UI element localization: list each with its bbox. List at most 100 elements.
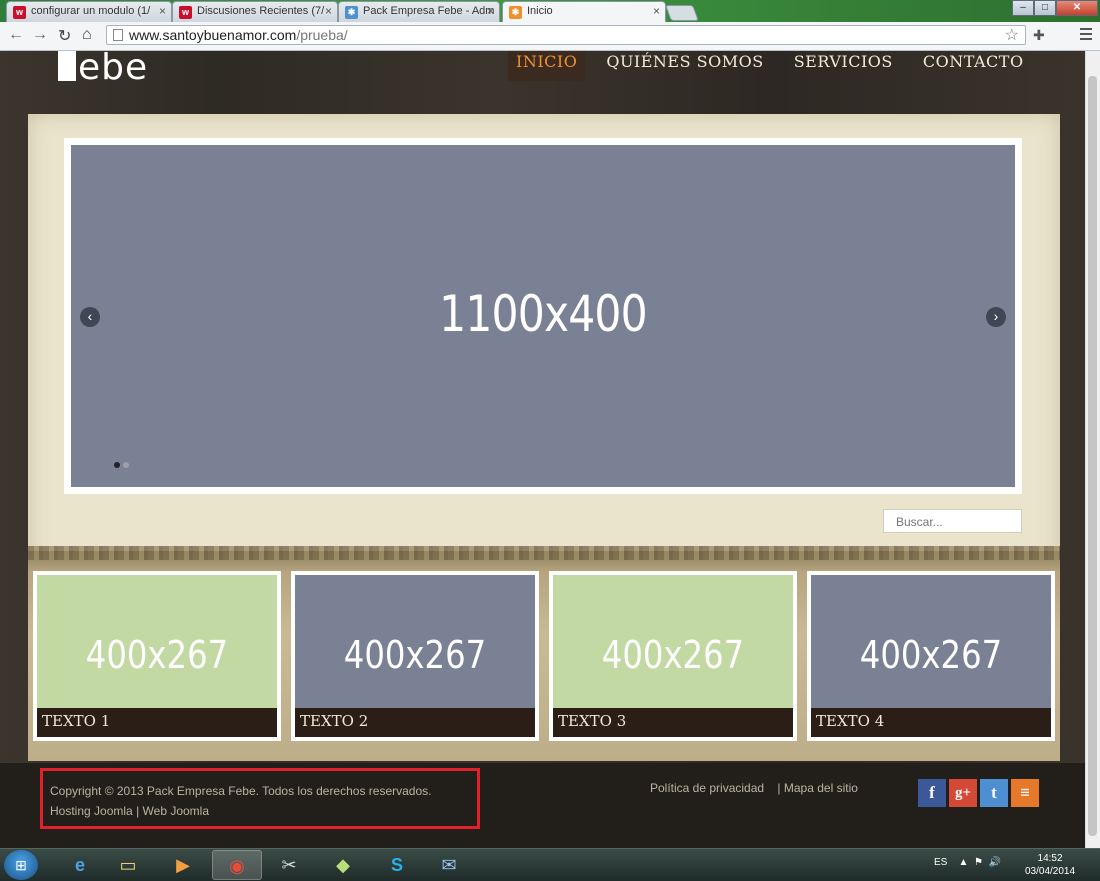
content-panel: 1100x400 ‹ › Buscar... bbox=[28, 114, 1060, 619]
slider-prev-button[interactable]: ‹ bbox=[80, 307, 100, 327]
facebook-icon[interactable]: f bbox=[918, 779, 946, 807]
close-tab-icon[interactable]: × bbox=[159, 4, 166, 18]
card-caption: TEXTO 2 bbox=[295, 708, 535, 737]
google-plus-icon[interactable]: g+ bbox=[949, 779, 977, 807]
social-links: f g+ t ≡ bbox=[918, 779, 1039, 807]
card-placeholder-label: 400x267 bbox=[85, 633, 229, 677]
card-caption: TEXTO 4 bbox=[811, 708, 1051, 737]
card-image: 400x267 bbox=[811, 575, 1051, 709]
bookmark-star-icon[interactable]: ☆ bbox=[1005, 25, 1019, 45]
show-hidden-icons-icon[interactable]: ▲ bbox=[958, 857, 968, 868]
feature-card-1[interactable]: 400x267 TEXTO 1 bbox=[33, 571, 281, 741]
card-image: 400x267 bbox=[553, 575, 793, 709]
scrollbar-thumb[interactable] bbox=[1088, 76, 1097, 836]
tab-title: Pack Empresa Febe - Adm bbox=[363, 5, 495, 17]
close-tab-icon[interactable]: × bbox=[487, 4, 494, 18]
slider-dot-1[interactable] bbox=[114, 462, 120, 468]
snipping-tool-icon[interactable]: ✂ bbox=[264, 850, 314, 880]
site-footer: Copyright © 2013 Pack Empresa Febe. Todo… bbox=[0, 763, 1086, 848]
url-path: /prueba/ bbox=[296, 27, 348, 43]
close-tab-icon[interactable]: × bbox=[653, 4, 660, 18]
slide-image[interactable]: 1100x400 ‹ › bbox=[71, 145, 1015, 487]
joomla-icon: ✱ bbox=[509, 6, 522, 19]
reload-icon[interactable]: ↻ bbox=[58, 26, 71, 46]
band-torn-edge bbox=[28, 546, 1060, 560]
main-nav: INICIO QUIÉNES SOMOS SERVICIOS CONTACTO bbox=[508, 51, 1039, 81]
browser-tab-4[interactable]: ✱ Inicio × bbox=[502, 1, 666, 22]
site-favicon-icon: w bbox=[179, 6, 192, 19]
image-slider: 1100x400 ‹ › bbox=[64, 138, 1022, 494]
minimize-icon[interactable]: – bbox=[1012, 0, 1034, 16]
forward-arrow-icon[interactable]: → bbox=[32, 26, 48, 44]
volume-icon[interactable]: 🔊 bbox=[988, 857, 1000, 868]
internet-explorer-icon[interactable]: e bbox=[55, 850, 105, 880]
notes-icon[interactable]: ◆ bbox=[318, 850, 368, 880]
back-arrow-icon[interactable]: ← bbox=[8, 26, 24, 44]
page-icon bbox=[113, 29, 123, 41]
language-indicator[interactable]: ES bbox=[934, 857, 947, 868]
feature-card-2[interactable]: 400x267 TEXTO 2 bbox=[291, 571, 539, 741]
thunderbird-icon[interactable]: ✉ bbox=[424, 850, 474, 880]
maximize-icon[interactable]: □ bbox=[1034, 0, 1056, 16]
chrome-icon[interactable]: ◉ bbox=[212, 850, 262, 880]
action-center-flag-icon[interactable]: ⚑ bbox=[974, 857, 983, 868]
sitemap-link[interactable]: Mapa del sitio bbox=[784, 781, 858, 795]
nav-item-servicios[interactable]: SERVICIOS bbox=[779, 51, 908, 81]
browser-tabstrip: w configurar un modulo (1/ × w Discusion… bbox=[0, 0, 1100, 22]
logo-text: ebe bbox=[78, 51, 149, 88]
start-button[interactable]: ⊞ bbox=[4, 850, 38, 880]
footer-links: Política de privacidad | Mapa del sitio bbox=[650, 781, 858, 795]
browser-tab-2[interactable]: w Discusiones Recientes (7/ × bbox=[172, 1, 338, 22]
footer-separator: | bbox=[777, 781, 781, 795]
card-placeholder-label: 400x267 bbox=[859, 633, 1003, 677]
url-host: www.santoybuenamor.com bbox=[129, 27, 297, 43]
joomla-icon: ✱ bbox=[345, 6, 358, 19]
clock-time: 14:52 bbox=[1037, 853, 1063, 864]
slider-dot-2[interactable] bbox=[123, 462, 129, 468]
address-bar[interactable]: www.santoybuenamor.com/prueba/ ☆ bbox=[106, 25, 1026, 45]
tab-title: Inicio bbox=[527, 5, 553, 17]
site-logo[interactable]: ebe bbox=[58, 51, 148, 87]
card-placeholder-label: 400x267 bbox=[343, 633, 487, 677]
window-controls: – □ ✕ bbox=[1012, 0, 1098, 16]
slider-pagination bbox=[114, 462, 129, 468]
privacy-policy-link[interactable]: Política de privacidad bbox=[650, 781, 764, 795]
twitter-icon[interactable]: t bbox=[980, 779, 1008, 807]
skype-icon[interactable]: S bbox=[372, 850, 422, 880]
close-tab-icon[interactable]: × bbox=[325, 4, 332, 18]
highlight-annotation-box bbox=[40, 768, 480, 829]
media-player-icon[interactable]: ▶ bbox=[158, 850, 208, 880]
slider-next-button[interactable]: › bbox=[986, 307, 1006, 327]
card-image: 400x267 bbox=[37, 575, 277, 709]
nav-item-inicio[interactable]: INICIO bbox=[508, 51, 586, 81]
card-caption: TEXTO 1 bbox=[37, 708, 277, 737]
clock-date: 03/04/2014 bbox=[1025, 866, 1076, 877]
page-viewport: ebe INICIO QUIÉNES SOMOS SERVICIOS CONTA… bbox=[0, 51, 1100, 848]
card-placeholder-label: 400x267 bbox=[601, 633, 745, 677]
new-tab-button[interactable] bbox=[665, 5, 699, 21]
browser-tab-3[interactable]: ✱ Pack Empresa Febe - Adm × bbox=[338, 1, 500, 22]
menu-icon[interactable] bbox=[1080, 28, 1092, 43]
feature-card-4[interactable]: 400x267 TEXTO 4 bbox=[807, 571, 1055, 741]
feature-card-3[interactable]: 400x267 TEXTO 3 bbox=[549, 571, 797, 741]
tab-title: Discusiones Recientes (7/ bbox=[197, 5, 325, 17]
system-clock[interactable]: 14:52 03/04/2014 bbox=[1025, 852, 1075, 878]
tab-title: configurar un modulo (1/ bbox=[31, 5, 151, 17]
slide-placeholder-label: 1100x400 bbox=[439, 285, 647, 343]
browser-tab-1[interactable]: w configurar un modulo (1/ × bbox=[6, 1, 172, 22]
nav-item-contacto[interactable]: CONTACTO bbox=[908, 51, 1039, 81]
logo-mark-icon bbox=[58, 51, 76, 81]
file-explorer-icon[interactable]: ▭ bbox=[103, 850, 153, 880]
rss-icon[interactable]: ≡ bbox=[1011, 779, 1039, 807]
page-scrollbar[interactable] bbox=[1085, 51, 1100, 848]
close-window-icon[interactable]: ✕ bbox=[1056, 0, 1098, 16]
nav-item-quienes-somos[interactable]: QUIÉNES SOMOS bbox=[591, 51, 778, 81]
home-icon[interactable]: ⌂ bbox=[82, 26, 92, 44]
card-caption: TEXTO 3 bbox=[553, 708, 793, 737]
search-input[interactable]: Buscar... bbox=[883, 509, 1022, 533]
windows-taskbar: ⊞ e ▭ ▶ ◉ ✂ ◆ S ✉ ES ▲ ⚑ 🔊 14:52 03/04/2… bbox=[0, 848, 1100, 881]
extension-icon[interactable]: ✚ bbox=[1033, 27, 1045, 44]
card-image: 400x267 bbox=[295, 575, 535, 709]
site-favicon-icon: w bbox=[13, 6, 26, 19]
system-tray: ES ▲ ⚑ 🔊 bbox=[934, 857, 1001, 868]
